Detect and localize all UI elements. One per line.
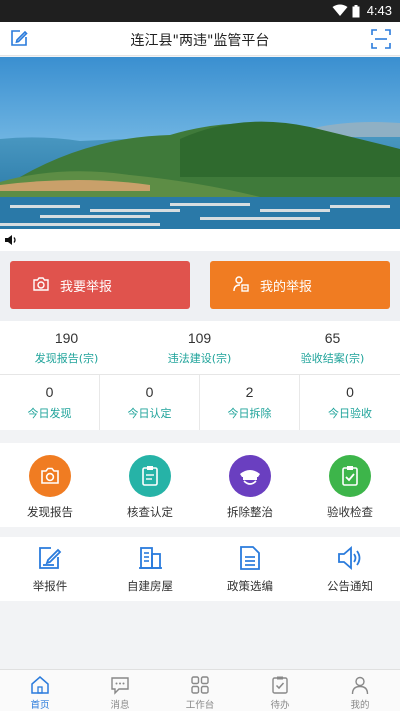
today-label: 今日验收 bbox=[328, 407, 372, 420]
home-icon bbox=[31, 676, 49, 694]
checklist-icon bbox=[329, 455, 371, 497]
function-label: 发现报告 bbox=[27, 505, 73, 519]
tool-self-built-houses[interactable]: 自建房屋 bbox=[100, 537, 200, 601]
tool-announcements[interactable]: 公告通知 bbox=[300, 537, 400, 601]
tab-messages[interactable]: 消息 bbox=[80, 670, 160, 711]
camera-icon bbox=[33, 277, 49, 291]
building-icon bbox=[139, 547, 162, 569]
tool-label: 举报件 bbox=[32, 579, 68, 593]
function-verify[interactable]: 核查认定 bbox=[100, 443, 200, 527]
today-label: 今日认定 bbox=[127, 407, 172, 420]
today-confirmed[interactable]: 0 今日认定 bbox=[100, 375, 200, 430]
tab-label: 我的 bbox=[350, 700, 370, 711]
tool-policies[interactable]: 政策选编 bbox=[200, 537, 300, 601]
today-demolished[interactable]: 2 今日拆除 bbox=[200, 375, 300, 430]
today-value: 2 bbox=[245, 384, 254, 400]
today-discovered[interactable]: 0 今日发现 bbox=[0, 375, 100, 430]
tab-label: 首页 bbox=[30, 700, 50, 711]
function-demolish[interactable]: 拆除整治 bbox=[200, 443, 300, 527]
coastal-landscape-photo bbox=[0, 57, 400, 229]
tool-label: 公告通知 bbox=[327, 579, 373, 593]
function-label: 拆除整治 bbox=[227, 505, 273, 519]
sound-toggle-row bbox=[0, 229, 400, 251]
tab-todo[interactable]: 待办 bbox=[240, 670, 320, 711]
today-label: 今日拆除 bbox=[227, 407, 272, 420]
function-discover-report[interactable]: 发现报告 bbox=[0, 443, 100, 527]
page-title: 连江县"两违"监管平台 bbox=[130, 33, 270, 49]
stat-value: 65 bbox=[324, 330, 341, 346]
tab-label: 待办 bbox=[270, 700, 290, 711]
tool-label: 政策选编 bbox=[227, 579, 273, 593]
tool-reports[interactable]: 举报件 bbox=[0, 537, 100, 601]
status-bar: 4:43 bbox=[0, 0, 400, 22]
today-label: 今日发现 bbox=[27, 407, 72, 420]
volume-icon[interactable] bbox=[4, 234, 18, 246]
camera-icon bbox=[29, 455, 71, 497]
tab-label: 消息 bbox=[110, 700, 130, 711]
bottom-tab-bar: 首页 消息 工作台 待办 我的 bbox=[0, 669, 400, 711]
battery-icon bbox=[352, 5, 360, 18]
speaker-icon bbox=[338, 546, 361, 570]
function-label: 验收检查 bbox=[327, 505, 373, 519]
stat-value: 190 bbox=[54, 330, 79, 346]
document-icon bbox=[240, 546, 260, 570]
function-label: 核查认定 bbox=[127, 505, 173, 519]
status-time: 4:43 bbox=[366, 3, 392, 18]
my-reports-label: 我的举报 bbox=[260, 280, 313, 295]
todo-icon bbox=[272, 676, 288, 694]
function-acceptance[interactable]: 验收检查 bbox=[300, 443, 400, 527]
stat-closed[interactable]: 65 验收结案(宗) bbox=[266, 321, 399, 375]
scan-icon[interactable] bbox=[371, 29, 391, 49]
submit-report-label: 我要举报 bbox=[60, 280, 113, 295]
app-header: 连江县"两违"监管平台 bbox=[0, 22, 400, 56]
user-report-icon bbox=[233, 276, 249, 292]
report-actions: 我要举报 我的举报 bbox=[0, 251, 400, 321]
tab-label: 工作台 bbox=[185, 700, 215, 711]
tab-home[interactable]: 首页 bbox=[0, 670, 80, 711]
my-reports-button[interactable]: 我的举报 bbox=[210, 261, 390, 309]
banner-image[interactable] bbox=[0, 57, 400, 229]
stat-value: 109 bbox=[187, 330, 212, 346]
stat-label: 验收结案(宗) bbox=[300, 352, 365, 365]
message-icon bbox=[111, 677, 129, 695]
stat-illegal-construction[interactable]: 109 违法建设(宗) bbox=[133, 321, 266, 375]
tab-profile[interactable]: 我的 bbox=[320, 670, 400, 711]
summary-stats: 190 发现报告(宗) 109 违法建设(宗) 65 验收结案(宗) bbox=[0, 321, 400, 375]
wifi-icon bbox=[332, 4, 348, 16]
today-value: 0 bbox=[346, 384, 354, 400]
today-accepted[interactable]: 0 今日验收 bbox=[300, 375, 400, 430]
stat-discovered[interactable]: 190 发现报告(宗) bbox=[0, 321, 133, 375]
tools-grid: 举报件 自建房屋 政策选编 公告通知 bbox=[0, 537, 400, 601]
today-value: 0 bbox=[45, 384, 54, 400]
edit-document-icon bbox=[39, 547, 62, 569]
stat-label: 违法建设(宗) bbox=[167, 352, 232, 365]
workflow-grid: 发现报告 核查认定 拆除整治 验收检查 bbox=[0, 443, 400, 527]
grid-icon bbox=[191, 676, 209, 694]
clipboard-icon bbox=[129, 455, 171, 497]
submit-report-button[interactable]: 我要举报 bbox=[10, 261, 190, 309]
today-stats: 0 今日发现 0 今日认定 2 今日拆除 0 今日验收 bbox=[0, 375, 400, 430]
tab-workbench[interactable]: 工作台 bbox=[160, 670, 240, 711]
today-value: 0 bbox=[145, 384, 154, 400]
officer-cap-icon bbox=[229, 455, 271, 497]
person-icon bbox=[351, 676, 369, 695]
tool-label: 自建房屋 bbox=[127, 579, 173, 593]
stat-label: 发现报告(宗) bbox=[34, 352, 99, 365]
